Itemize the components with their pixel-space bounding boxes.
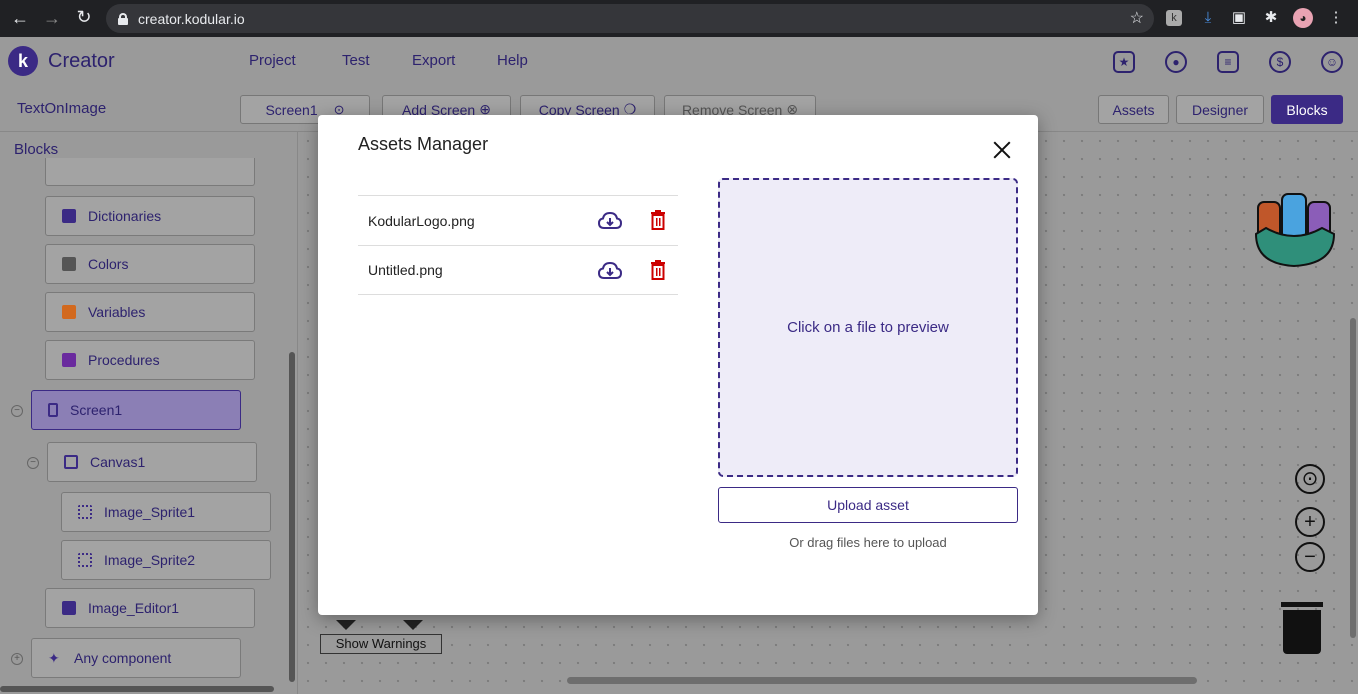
screen-select-label: Screen1: [265, 101, 318, 118]
preview-placeholder: Click on a file to preview: [787, 319, 949, 336]
address-bar[interactable]: creator.kodular.io ☆: [106, 4, 1154, 33]
asset-row[interactable]: Untitled.png: [358, 245, 678, 295]
book-icon: [62, 209, 76, 223]
error-toggle-icon[interactable]: [403, 620, 423, 630]
browser-toolbar: ← → ↻ creator.kodular.io ☆ k ⤓ ▣ ✱ ◕ ⋮: [0, 0, 1358, 37]
cloud-download-icon[interactable]: [598, 261, 622, 281]
menu-test[interactable]: Test: [342, 52, 370, 69]
sidebar-item-label: Screen1: [70, 402, 123, 418]
sidebar-item-label: Colors: [88, 256, 129, 272]
lock-icon: [118, 12, 128, 25]
assets-manager-dialog: Assets Manager KodularLogo.png Untitled.…: [318, 115, 1038, 615]
sidebar-item-image-sprite2[interactable]: Image_Sprite2: [61, 540, 271, 580]
backpack-icon[interactable]: [1252, 188, 1338, 268]
sidebar-item-label: Dictionaries: [88, 208, 162, 224]
sidebar-item-partial[interactable]: [45, 158, 255, 186]
sidebar-horizontal-scrollbar[interactable]: [0, 686, 274, 692]
folder-star-icon[interactable]: ★: [1113, 51, 1135, 73]
variable-icon: [62, 305, 76, 319]
sidebar-item-any-component[interactable]: ✦ Any component: [31, 638, 241, 678]
sidebar-item-label: Any component: [74, 650, 172, 666]
zoom-in-icon[interactable]: +: [1295, 507, 1325, 537]
image-icon: [62, 601, 76, 615]
brand-name: Creator: [48, 50, 115, 72]
app-header: k Creator Project Test Export Help ★ ● ≡…: [0, 37, 1358, 87]
dollar-icon[interactable]: $: [1269, 51, 1291, 73]
drag-hint: Or drag files here to upload: [789, 535, 947, 550]
upload-asset-button[interactable]: Upload asset: [718, 487, 1018, 523]
url-text: creator.kodular.io: [138, 10, 245, 27]
sidebar-item-dictionaries[interactable]: Dictionaries: [45, 196, 255, 236]
project-name: TextOnImage: [17, 100, 107, 117]
back-arrow-icon[interactable]: ←: [4, 8, 36, 29]
forward-arrow-icon[interactable]: →: [36, 8, 68, 29]
workspace-vertical-scrollbar[interactable]: [1350, 318, 1356, 638]
sidebar-item-canvas1[interactable]: Canvas1: [47, 442, 257, 482]
file-preview-dropzone[interactable]: Click on a file to preview: [718, 178, 1018, 477]
designer-button[interactable]: Designer: [1176, 95, 1264, 124]
sidebar-item-colors[interactable]: Colors: [45, 244, 255, 284]
blocks-button[interactable]: Blocks: [1271, 95, 1343, 124]
asset-name: KodularLogo.png: [368, 212, 475, 229]
sidebar-item-screen1[interactable]: Screen1: [31, 390, 241, 430]
menu-export[interactable]: Export: [412, 52, 455, 69]
sidebar-item-label: Image_Sprite1: [104, 504, 196, 520]
asset-row[interactable]: KodularLogo.png: [358, 195, 678, 245]
sidebar-item-image-sprite1[interactable]: Image_Sprite1: [61, 492, 271, 532]
sidebar-vertical-scrollbar[interactable]: [289, 352, 295, 682]
dialog-title: Assets Manager: [358, 134, 489, 154]
download-icon[interactable]: ⤓: [1198, 8, 1218, 28]
collapse-canvas1-icon[interactable]: −: [27, 457, 39, 469]
library-icon[interactable]: ≡: [1217, 51, 1239, 73]
delete-icon[interactable]: [651, 210, 665, 230]
show-warnings-button[interactable]: Show Warnings: [320, 634, 442, 654]
account-icon[interactable]: ☺: [1321, 51, 1343, 73]
blocks-sidebar: Blocks Dictionaries Colors Variables Pro…: [0, 132, 298, 694]
close-icon[interactable]: [992, 140, 1012, 160]
puzzle-extensions-icon[interactable]: ✱: [1261, 8, 1281, 28]
sidebar-title: Blocks: [14, 141, 59, 158]
sprite-icon: [78, 553, 92, 567]
phone-icon: [48, 403, 58, 417]
delete-icon[interactable]: [651, 260, 665, 280]
zoom-out-icon[interactable]: −: [1295, 542, 1325, 572]
sidebar-item-label: Canvas1: [90, 454, 146, 470]
square-icon: [64, 455, 78, 469]
reload-icon[interactable]: ↻: [68, 7, 100, 28]
sidebar-item-label: Variables: [88, 304, 146, 320]
sidebar-item-label: Image_Sprite2: [104, 552, 196, 568]
cloud-download-icon[interactable]: [598, 211, 622, 231]
sidebar-item-label: Image_Editor1: [88, 600, 180, 616]
profile-avatar-icon[interactable]: ◕: [1293, 8, 1313, 28]
menu-help[interactable]: Help: [497, 52, 528, 69]
palette-icon[interactable]: ●: [1165, 51, 1187, 73]
center-target-icon[interactable]: ⊙: [1295, 464, 1325, 494]
sidebar-item-variables[interactable]: Variables: [45, 292, 255, 332]
trash-icon[interactable]: [1281, 602, 1323, 654]
expand-any-component-icon[interactable]: +: [11, 653, 23, 665]
warning-toggle-icon[interactable]: [336, 620, 356, 630]
clipboard-icon: [62, 353, 76, 367]
kodular-logo[interactable]: k: [8, 46, 38, 76]
assets-button[interactable]: Assets: [1098, 95, 1169, 124]
sparkle-icon: ✦: [48, 650, 60, 666]
collapse-screen1-icon[interactable]: −: [11, 405, 23, 417]
workspace-horizontal-scrollbar[interactable]: [567, 677, 1197, 684]
sprite-icon: [78, 505, 92, 519]
bookmark-star-icon[interactable]: ☆: [1130, 8, 1144, 28]
asset-name: Untitled.png: [368, 262, 443, 278]
sidebar-item-label: Procedures: [88, 352, 160, 368]
menu-project[interactable]: Project: [249, 52, 296, 69]
extension-icon[interactable]: k: [1166, 10, 1182, 26]
more-menu-icon[interactable]: ⋮: [1326, 8, 1346, 28]
paint-roller-icon: [62, 257, 76, 271]
asset-list: KodularLogo.png Untitled.png: [358, 195, 678, 295]
sidebar-item-image-editor1[interactable]: Image_Editor1: [45, 588, 255, 628]
picture-in-picture-icon[interactable]: ▣: [1229, 8, 1249, 28]
sidebar-item-procedures[interactable]: Procedures: [45, 340, 255, 380]
